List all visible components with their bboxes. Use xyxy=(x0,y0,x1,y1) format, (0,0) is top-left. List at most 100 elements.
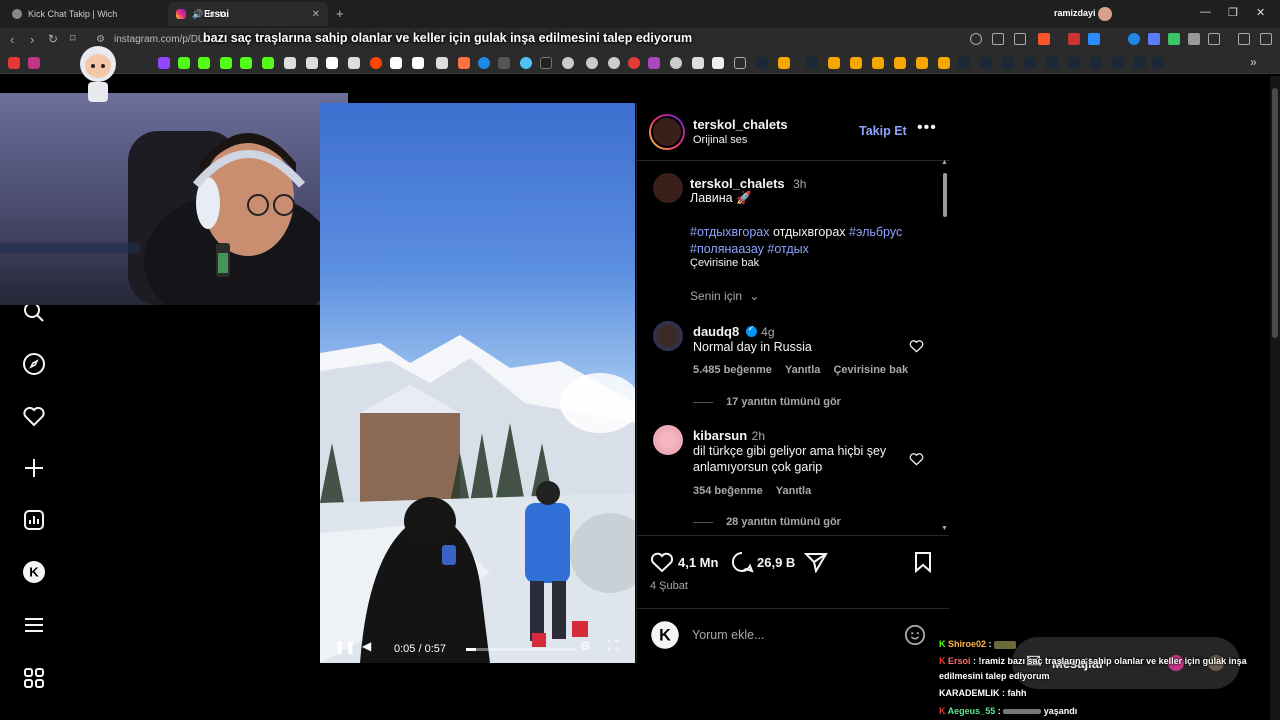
commenter-avatar[interactable] xyxy=(653,321,683,351)
bookmark-icon[interactable] xyxy=(916,57,928,69)
bookmark-icon[interactable] xyxy=(648,57,660,69)
create-icon[interactable] xyxy=(22,456,46,480)
sidebar-icon[interactable] xyxy=(1208,33,1220,45)
extension-icon[interactable] xyxy=(1148,33,1160,45)
bookmark-youtube-icon[interactable] xyxy=(8,57,20,69)
reply-button[interactable]: Yanıtla xyxy=(785,364,820,376)
dashboard-icon[interactable] xyxy=(22,508,46,532)
comment-count[interactable]: 26,9 B xyxy=(757,555,795,570)
comments-scrollbar[interactable]: ▲ ▼ xyxy=(941,159,949,535)
media-icon[interactable] xyxy=(1238,33,1250,45)
new-tab-button[interactable]: + xyxy=(336,6,344,21)
view-replies-button[interactable]: 28 yanıtın tümünü gör xyxy=(693,516,841,528)
bookmark-steam-icon[interactable] xyxy=(1068,57,1080,69)
emoji-icon[interactable] xyxy=(904,624,926,646)
hashtag-link[interactable]: #отдыхвгорах xyxy=(690,225,770,239)
maximize-icon[interactable]: ❐ xyxy=(1228,6,1238,19)
bookmark-icon[interactable] xyxy=(628,57,640,69)
profile-name[interactable]: ramizdayi xyxy=(1054,8,1096,18)
more-bookmarks-icon[interactable]: » xyxy=(1250,55,1257,69)
bookmark-icon[interactable] xyxy=(390,57,402,69)
author-avatar[interactable] xyxy=(649,114,685,150)
extension-icon[interactable] xyxy=(1168,33,1180,45)
caption-avatar[interactable] xyxy=(653,173,683,203)
bookmark-icon[interactable] xyxy=(436,57,448,69)
bookmark-kick-icon[interactable] xyxy=(262,57,274,69)
bookmark-steam-icon[interactable] xyxy=(1024,57,1036,69)
bookmark-icon[interactable] xyxy=(478,57,490,69)
menu-icon[interactable] xyxy=(1260,33,1272,45)
bookmark-icon[interactable] xyxy=(540,57,552,69)
minimize-icon[interactable]: — xyxy=(1200,6,1211,18)
add-comment-input[interactable]: Yorum ekle... xyxy=(692,628,765,642)
extension-icon[interactable] xyxy=(1128,33,1140,45)
bookmark-steam-icon[interactable] xyxy=(756,57,768,69)
settings-icon[interactable]: ⚙ xyxy=(580,639,591,653)
bookmark-kick-icon[interactable] xyxy=(240,57,252,69)
bookmark-icon[interactable] xyxy=(850,57,862,69)
bookmark-instagram-icon[interactable] xyxy=(28,57,40,69)
bookmark-steam-icon[interactable] xyxy=(1002,57,1014,69)
bookmark-icon[interactable] xyxy=(692,57,704,69)
bookmark-icon[interactable] xyxy=(712,57,724,69)
follow-button[interactable]: Takip Et xyxy=(859,124,907,138)
bookmark-kick-icon[interactable] xyxy=(198,57,210,69)
bookmark-icon[interactable] xyxy=(608,57,620,69)
caption-username[interactable]: terskol_chalets xyxy=(690,176,785,191)
bookmark-icon[interactable] xyxy=(670,57,682,69)
close-tab-icon[interactable]: ✕ xyxy=(312,9,320,20)
like-count[interactable]: 4,1 Mn xyxy=(678,555,718,570)
kick-avatar-icon[interactable]: K xyxy=(650,620,680,650)
tab-instagram[interactable]: 🔊 Insta ✕ xyxy=(168,2,328,26)
bookmark-icon[interactable] xyxy=(412,57,424,69)
bookmark-icon[interactable] xyxy=(520,57,532,69)
hashtag-link[interactable]: #отдых xyxy=(767,242,808,256)
bookmark-icon[interactable] xyxy=(498,57,510,69)
bookmark-steam-icon[interactable] xyxy=(1046,57,1058,69)
view-replies-button[interactable]: 17 yanıtın tümünü gör xyxy=(693,396,841,408)
commenter-avatar[interactable] xyxy=(653,425,683,455)
hashtag-link[interactable]: #полянаазау xyxy=(690,242,764,256)
bookmark-icon[interactable] xyxy=(938,57,950,69)
profile-avatar[interactable] xyxy=(1098,7,1112,21)
bookmark-steam-icon[interactable] xyxy=(1090,57,1102,69)
bookmark-steam-icon[interactable] xyxy=(806,57,818,69)
for-you-dropdown[interactable]: Senin için ⌄ xyxy=(690,289,759,303)
page-scrollbar[interactable] xyxy=(1270,76,1280,720)
bookmark-icon[interactable] xyxy=(458,57,470,69)
extension-icon[interactable] xyxy=(1088,33,1100,45)
comment-username[interactable]: daudq8 xyxy=(693,324,739,339)
bookmark-steam-icon[interactable] xyxy=(1152,57,1164,69)
url-text[interactable]: instagram.com/p/DU xyxy=(114,34,205,45)
bookmark-twitch-icon[interactable] xyxy=(158,57,170,69)
apps-icon[interactable] xyxy=(22,666,46,690)
zoom-icon[interactable] xyxy=(970,33,982,45)
bookmark-icon[interactable] xyxy=(284,57,296,69)
author-username[interactable]: terskol_chalets xyxy=(693,117,788,132)
more-options-icon[interactable]: ••• xyxy=(917,119,937,137)
bookmark-reddit-icon[interactable] xyxy=(370,57,382,69)
like-icon[interactable] xyxy=(650,551,674,573)
tab-kick-chat[interactable]: Kick Chat Takip | Wich xyxy=(4,2,168,26)
bookmark-icon[interactable]: ⌑ xyxy=(70,32,76,45)
fullscreen-icon[interactable]: ⛶ xyxy=(608,637,618,654)
explore-icon[interactable] xyxy=(22,352,46,376)
close-window-icon[interactable]: ✕ xyxy=(1256,6,1265,19)
kick-profile-icon[interactable]: K xyxy=(22,560,46,584)
bookmark-kick-icon[interactable] xyxy=(220,57,232,69)
brave-shield-icon[interactable] xyxy=(1038,33,1050,45)
bookmark-steam-icon[interactable] xyxy=(958,57,970,69)
install-icon[interactable] xyxy=(992,33,1004,45)
volume-icon[interactable]: ◀ xyxy=(362,639,371,653)
audio-label[interactable]: Orijinal ses xyxy=(693,134,747,146)
comment-likes[interactable]: 354 beğenme xyxy=(693,485,763,497)
bookmark-icon[interactable] xyxy=(348,57,360,69)
bookmark-steam-icon[interactable] xyxy=(1112,57,1124,69)
translate-link[interactable]: Çevirisine bak xyxy=(690,257,759,269)
forward-icon[interactable]: › xyxy=(30,32,34,47)
extension-icon[interactable] xyxy=(1188,33,1200,45)
bookmark-icon[interactable] xyxy=(586,57,598,69)
extension-icon[interactable] xyxy=(1068,33,1080,45)
menu-icon[interactable] xyxy=(22,613,46,637)
bookmark-icon[interactable] xyxy=(894,57,906,69)
